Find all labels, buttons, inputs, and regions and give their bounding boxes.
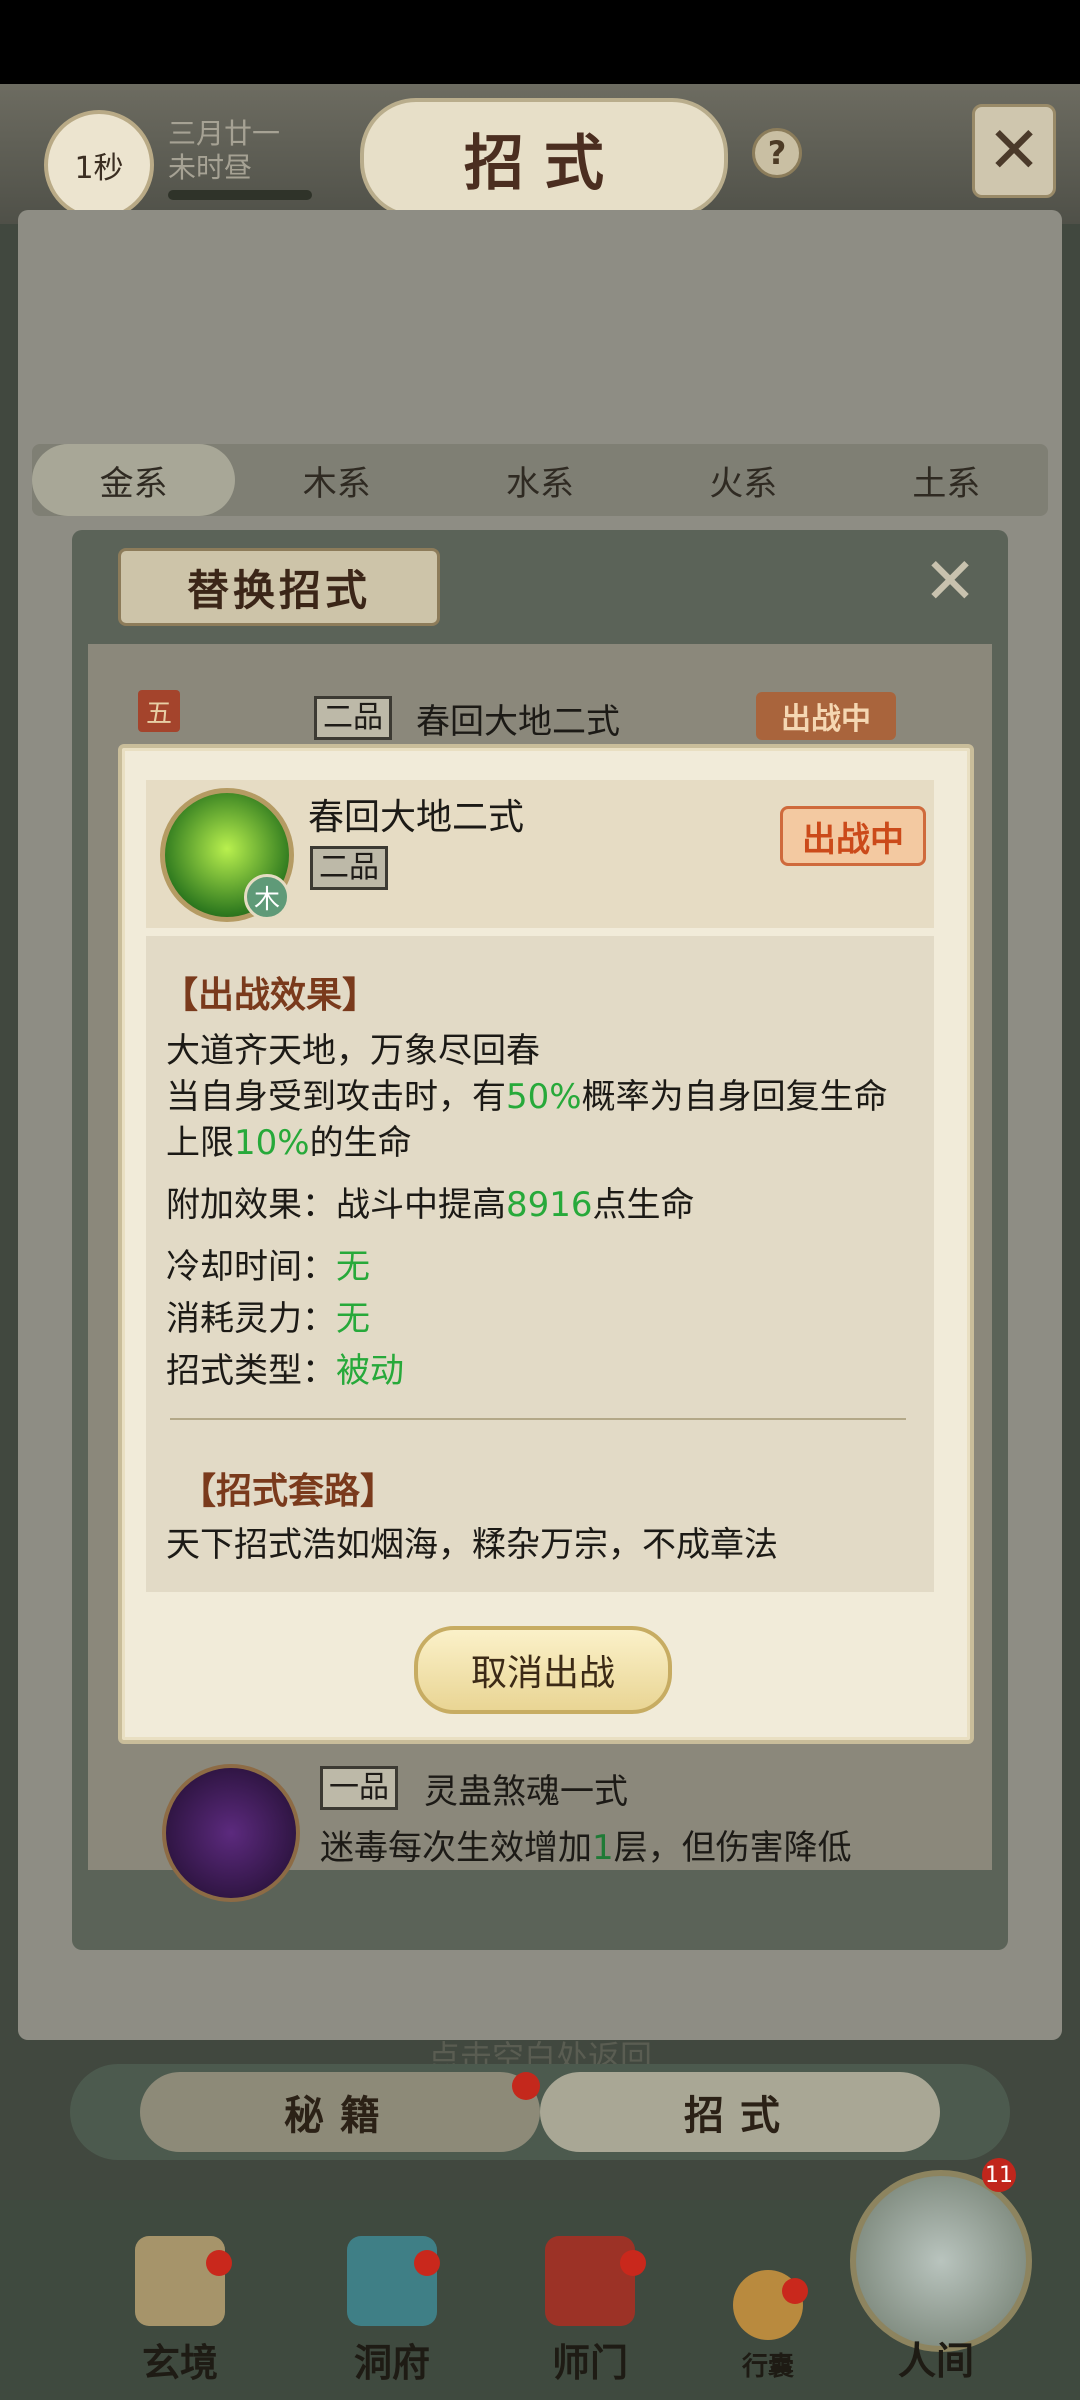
rank-tag: 二品 (310, 846, 388, 890)
rank-tag: 一品 (320, 1766, 398, 1810)
tab-metal[interactable]: 金系 (32, 444, 236, 516)
element-badge: 木 (244, 874, 290, 920)
effect-text: 上限10%的生命 (166, 1123, 412, 1163)
close-icon[interactable]: ✕ (920, 545, 980, 619)
nav-renjian[interactable]: 人间 (866, 2324, 1006, 2385)
effect-text: 当自身受到攻击时，有50%概率为自身回复生命 (166, 1077, 888, 1117)
skill-avatar[interactable] (162, 1764, 300, 1902)
skill-name: 春回大地二式 (308, 797, 525, 838)
notification-dot (512, 2072, 540, 2100)
notification-dot (782, 2278, 808, 2304)
tier-badge: 五 (138, 690, 180, 732)
nav-dongfu[interactable]: 洞府 (322, 2236, 462, 2387)
time-label: 1秒 (74, 151, 124, 186)
time-indicator: 1秒 (44, 110, 154, 220)
close-icon[interactable]: ✕ (972, 104, 1056, 198)
notification-dot (620, 2250, 646, 2276)
count-badge: 11 (982, 2158, 1016, 2192)
tab-secret-books[interactable]: 秘籍 (140, 2072, 540, 2152)
type-stat: 招式类型：被动 (166, 1351, 404, 1391)
status-badge: 出战中 (756, 692, 896, 740)
notification-dot (206, 2250, 232, 2276)
effect-text: 大道齐天地，万象尽回春 (166, 1031, 540, 1071)
nav-label: 行囊 (741, 2352, 794, 2382)
list-item-desc: 迷毒每次生效增加1层，但伤害降低 (320, 1828, 852, 1868)
list-item-name[interactable]: 春回大地二式 (416, 694, 620, 743)
notification-dot (414, 2250, 440, 2276)
tab-skills[interactable]: 招式 (540, 2072, 940, 2152)
scroll-icon (135, 2236, 225, 2326)
tab-fire[interactable]: 火系 (642, 444, 845, 516)
help-icon[interactable]: ? (752, 128, 802, 178)
element-tabs: 金系 木系 水系 火系 土系 (32, 444, 1048, 516)
page-title: 招式 (360, 98, 728, 218)
routine-heading: 【招式套路】 (180, 1470, 397, 1512)
routine-text: 天下招式浩如烟海，糅杂万宗，不成章法 (166, 1525, 778, 1565)
rank-tag: 二品 (314, 696, 392, 740)
tab-wood[interactable]: 木系 (235, 444, 438, 516)
cancel-battle-button[interactable]: 取消出战 (414, 1626, 672, 1714)
effect-heading: 【出战效果】 (162, 974, 379, 1016)
list-item-name[interactable]: 灵蛊煞魂一式 (424, 1764, 628, 1813)
cooldown-stat: 冷却时间：无 (166, 1247, 370, 1287)
time-progress-bar (168, 190, 312, 200)
nav-label: 人间 (897, 2338, 974, 2383)
nav-label: 师门 (551, 2340, 628, 2385)
time-of-day-text: 未时昼 (168, 151, 253, 184)
tab-water[interactable]: 水系 (438, 444, 641, 516)
cost-stat: 消耗灵力：无 (166, 1299, 370, 1339)
divider (170, 1418, 906, 1420)
replace-panel-title: 替换招式 (118, 548, 440, 626)
extra-effect: 附加效果：战斗中提高8916点生命 (166, 1185, 695, 1225)
tab-earth[interactable]: 土系 (845, 444, 1048, 516)
status-badge: 出战中 (780, 806, 926, 866)
nav-label: 洞府 (353, 2340, 430, 2385)
banner-icon (545, 2236, 635, 2326)
nav-label: 玄境 (141, 2340, 218, 2385)
nav-xingnang[interactable]: 行囊 (698, 2270, 838, 2383)
